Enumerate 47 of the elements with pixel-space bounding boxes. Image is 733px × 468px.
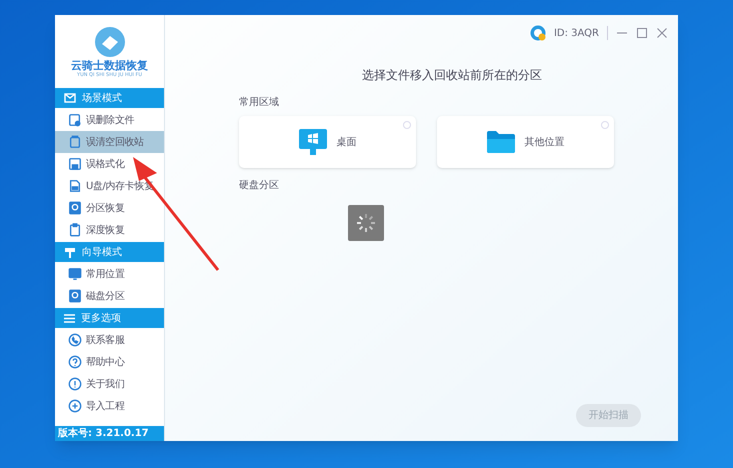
floppy-icon: [68, 157, 82, 171]
trash-icon: [68, 135, 82, 149]
user-icon: [530, 25, 546, 41]
menu-icon: [64, 314, 75, 322]
sidebar-item[interactable]: 帮助中心: [55, 351, 164, 373]
mail-icon: [64, 93, 76, 103]
logo-icon: [94, 26, 126, 58]
location-card[interactable]: 桌面: [239, 116, 416, 168]
file-icon: [68, 113, 82, 127]
section-label: 硬盘分区: [239, 179, 280, 193]
help-icon: [68, 355, 82, 369]
section-title: 更多选项: [81, 312, 121, 326]
location-card[interactable]: 其他位置: [437, 116, 614, 168]
folder-icon: [486, 131, 514, 153]
sidebar-item[interactable]: 磁盘分区: [55, 285, 164, 307]
section-label: 常用区域: [239, 96, 280, 110]
radio-button[interactable]: [601, 121, 609, 129]
sidebar-item[interactable]: 误删除文件: [55, 109, 164, 131]
sidebar-item[interactable]: 深度恢复: [55, 219, 164, 241]
user-id: ID: 3AQR: [554, 26, 599, 40]
close-icon: [656, 27, 668, 39]
signpost-icon: [64, 246, 76, 258]
location-label: 其他位置: [524, 136, 564, 150]
sidebar-item[interactable]: 分区恢复: [55, 197, 164, 219]
radio-button[interactable]: [403, 121, 411, 129]
section-title: 向导模式: [82, 246, 122, 260]
sidebar-item[interactable]: 误格式化: [55, 153, 164, 175]
page-title: 选择文件移入回收站前所在的分区: [362, 67, 542, 84]
close-button[interactable]: [656, 27, 668, 39]
location-label: 桌面: [336, 136, 356, 150]
monitor-icon: [68, 267, 82, 281]
monitor-icon: [298, 129, 326, 155]
import-icon: [68, 399, 82, 413]
clipboard-icon: [68, 223, 82, 237]
sidebar-item[interactable]: 关于我们: [55, 373, 164, 395]
sidebar-item[interactable]: 导入工程: [55, 395, 164, 417]
phone-icon: [68, 333, 82, 347]
version-text: 版本号: 3.21.0.17: [58, 428, 149, 438]
maximize-icon: [636, 27, 648, 39]
maximize-button[interactable]: [636, 27, 648, 39]
info-icon: [68, 377, 82, 391]
sidebar-item[interactable]: 常用位置: [55, 263, 164, 285]
sd-card-icon: [68, 179, 82, 193]
app-name: 云骑士数据恢复: [71, 60, 148, 70]
section-title: 场景模式: [82, 92, 122, 106]
sidebar-item[interactable]: 联系客服: [55, 329, 164, 351]
sidebar-item[interactable]: 误清空回收站: [55, 131, 164, 153]
